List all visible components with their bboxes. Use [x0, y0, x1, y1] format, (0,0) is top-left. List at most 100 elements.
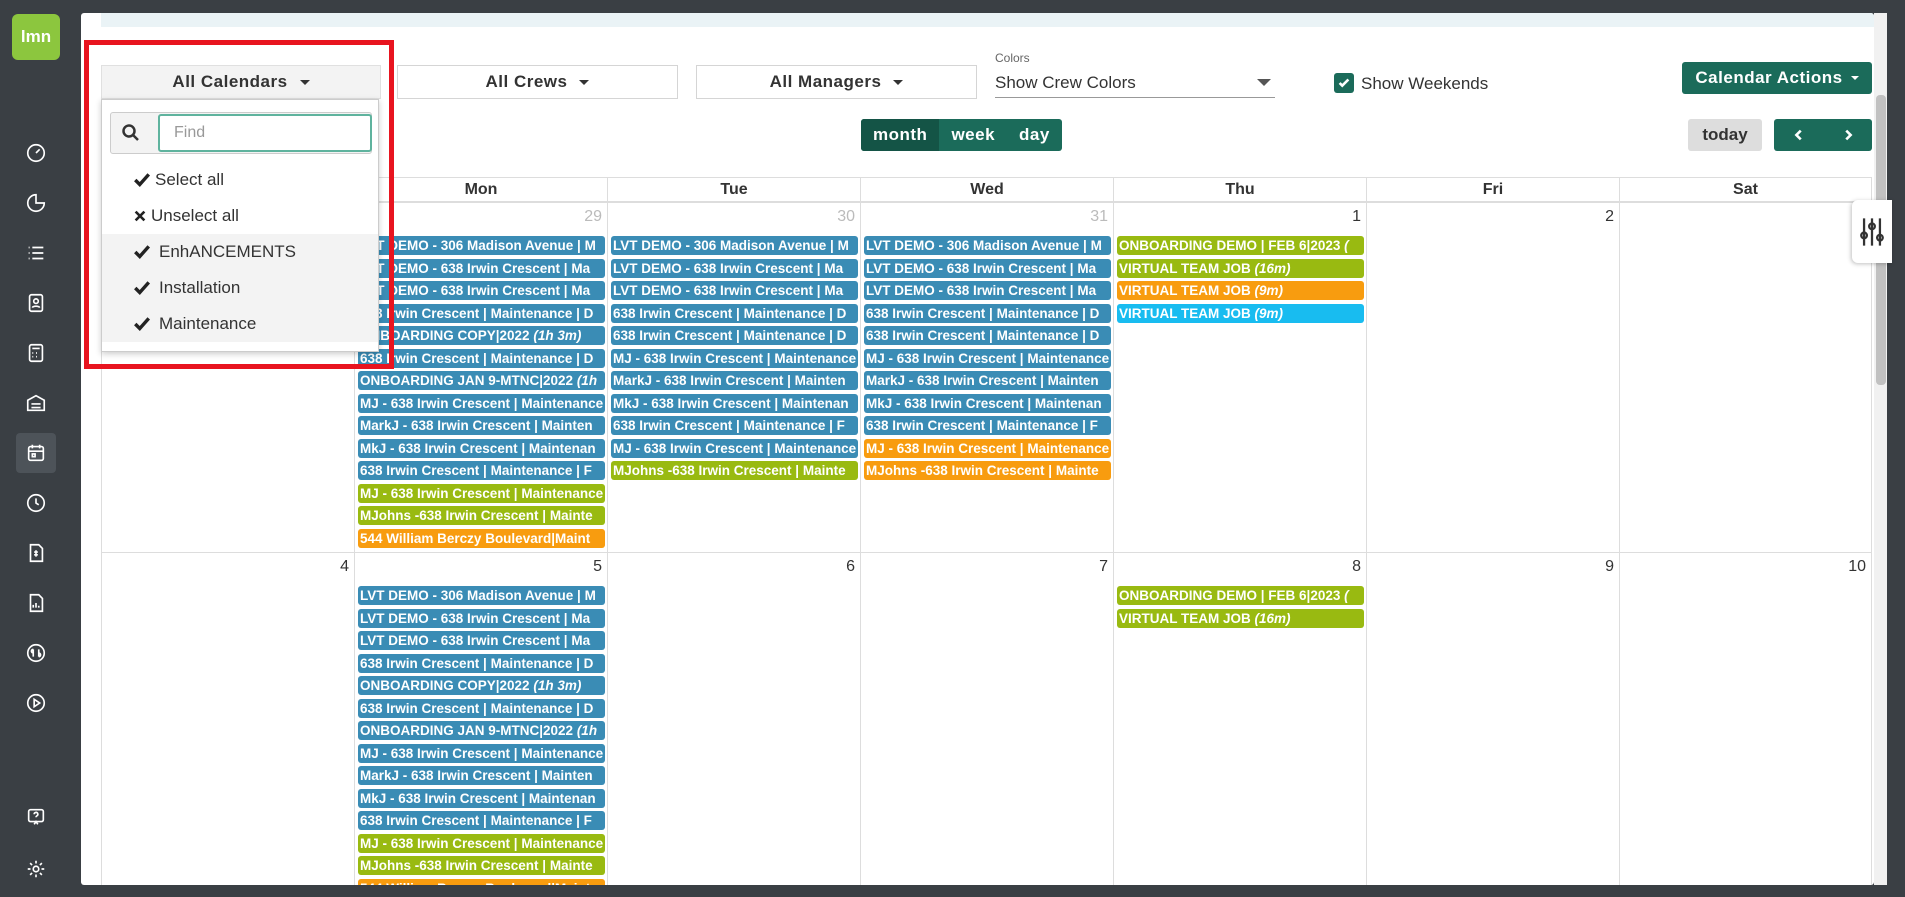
- calendar-event[interactable]: MJohns -638 Irwin Crescent | Mainte: [358, 506, 605, 525]
- calendar-event[interactable]: VIRTUAL TEAM JOB (9m): [1117, 303, 1364, 323]
- calendar-event[interactable]: 638 Irwin Crescent | Maintenance | D: [864, 326, 1111, 345]
- day-cell[interactable]: 1 ONBOARDING DEMO | FEB 6|2023 ( VIRTUAL T…: [1113, 202, 1366, 552]
- calendar-event[interactable]: MarkJ - 638 Irwin Crescent | Mainten: [611, 371, 858, 390]
- calendar-actions-button[interactable]: Calendar Actions: [1682, 62, 1872, 94]
- quickbooks-icon[interactable]: [16, 633, 56, 673]
- calendar-event[interactable]: VIRTUAL TEAM JOB (16m): [1117, 608, 1364, 628]
- calendar-event[interactable]: 638 Irwin Crescent | Maintenance | D: [358, 303, 605, 323]
- day-number[interactable]: 4: [340, 558, 349, 576]
- calendar-event[interactable]: LVT DEMO - 638 Irwin Crescent | Ma: [864, 281, 1111, 300]
- day-cell[interactable]: 30 LVT DEMO - 306 Madison Avenue | M LVT D…: [607, 202, 860, 552]
- day-number[interactable]: 7: [1099, 558, 1108, 576]
- calendar-event[interactable]: VIRTUAL TEAM JOB (16m): [1117, 258, 1364, 278]
- contacts-icon[interactable]: [16, 283, 56, 323]
- calendar-event[interactable]: MJohns -638 Irwin Crescent | Mainte: [611, 461, 858, 480]
- calendar-event[interactable]: 638 Irwin Crescent | Maintenance | F: [358, 811, 605, 830]
- calendar-event[interactable]: MJ - 638 Irwin Crescent | Maintenance: [358, 833, 605, 853]
- calendar-event[interactable]: 638 Irwin Crescent | Maintenance | F: [611, 416, 858, 435]
- calendar-event[interactable]: LVT DEMO - 638 Irwin Crescent | Ma: [864, 258, 1111, 278]
- day-cell[interactable]: 2: [1366, 202, 1619, 552]
- calendar-event[interactable]: ONBOARDING COPY|2022 (1h 3m): [358, 326, 605, 345]
- calendar-event[interactable]: LVT DEMO - 638 Irwin Crescent | Ma: [358, 281, 605, 300]
- calendar-event[interactable]: 638 Irwin Crescent | Maintenance | D: [358, 653, 605, 673]
- day-cell[interactable]: 4: [101, 552, 354, 885]
- calendar-event[interactable]: MJ - 638 Irwin Crescent | Maintenance: [358, 743, 605, 763]
- calendar-event[interactable]: MarkJ - 638 Irwin Crescent | Mainten: [864, 371, 1111, 390]
- calendar-event[interactable]: MJ - 638 Irwin Crescent | Maintenance: [611, 348, 858, 368]
- filter-panel-tab[interactable]: [1852, 200, 1892, 263]
- today-button[interactable]: today: [1688, 119, 1762, 151]
- day-number[interactable]: 5: [593, 558, 602, 576]
- clock-icon[interactable]: [16, 483, 56, 523]
- calendar-event[interactable]: ONBOARDING COPY|2022 (1h 3m): [358, 676, 605, 695]
- pie-chart-icon[interactable]: [16, 183, 56, 223]
- calendar-icon[interactable]: [16, 433, 56, 473]
- prev-button[interactable]: [1774, 119, 1823, 151]
- all-managers-dropdown[interactable]: All Managers: [696, 65, 977, 99]
- calendar-event[interactable]: VIRTUAL TEAM JOB (9m): [1117, 281, 1364, 300]
- reports-icon[interactable]: [16, 583, 56, 623]
- calendar-event[interactable]: 638 Irwin Crescent | Maintenance | D: [611, 326, 858, 345]
- calendar-event[interactable]: MkJ - 638 Irwin Crescent | Maintenan: [358, 438, 605, 458]
- calendar-event[interactable]: MkJ - 638 Irwin Crescent | Maintenan: [611, 393, 858, 413]
- calendar-event[interactable]: LVT DEMO - 638 Irwin Crescent | Ma: [611, 258, 858, 278]
- dashboard-icon[interactable]: [16, 133, 56, 173]
- day-number[interactable]: 6: [846, 558, 855, 576]
- calendar-event[interactable]: ONBOARDING DEMO | FEB 6|2023 (: [1117, 236, 1364, 255]
- calculator-icon[interactable]: [16, 333, 56, 373]
- calendar-event[interactable]: ONBOARDING JAN 9-MTNC|2022 (1h: [358, 721, 605, 740]
- day-number[interactable]: 9: [1605, 558, 1614, 576]
- calendar-event[interactable]: MJohns -638 Irwin Crescent | Mainte: [358, 856, 605, 875]
- day-cell[interactable]: 5 LVT DEMO - 306 Madison Avenue | M LVT DE…: [354, 552, 607, 885]
- day-cell[interactable]: 9: [1366, 552, 1619, 885]
- calendar-event[interactable]: 638 Irwin Crescent | Maintenance | F: [358, 461, 605, 480]
- week-view-button[interactable]: week: [939, 119, 1007, 151]
- day-cell[interactable]: 8 ONBOARDING DEMO | FEB 6|2023 ( VIRTUAL T…: [1113, 552, 1366, 885]
- calendar-event[interactable]: MkJ - 638 Irwin Crescent | Maintenan: [864, 393, 1111, 413]
- calendar-event[interactable]: LVT DEMO - 638 Irwin Crescent | Ma: [358, 258, 605, 278]
- invoice-icon[interactable]: [16, 533, 56, 573]
- day-number[interactable]: 1: [1352, 208, 1361, 226]
- day-number[interactable]: 10: [1848, 558, 1866, 576]
- calendar-event[interactable]: MkJ - 638 Irwin Crescent | Maintenan: [358, 788, 605, 808]
- show-weekends-label[interactable]: Show Weekends: [1361, 74, 1488, 94]
- calendar-event[interactable]: MJ - 638 Irwin Crescent | Maintenance: [611, 438, 858, 458]
- day-number[interactable]: 2: [1605, 208, 1614, 226]
- calendar-event[interactable]: LVT DEMO - 306 Madison Avenue | M: [864, 236, 1111, 255]
- day-number[interactable]: 30: [837, 208, 855, 226]
- calendar-event[interactable]: MJ - 638 Irwin Crescent | Maintenance: [358, 483, 605, 503]
- colors-select[interactable]: Show Crew Colors: [995, 68, 1275, 98]
- day-cell[interactable]: 31 LVT DEMO - 306 Madison Avenue | M LVT D…: [860, 202, 1113, 552]
- calendar-event[interactable]: LVT DEMO - 638 Irwin Crescent | Ma: [611, 281, 858, 300]
- calendar-event[interactable]: LVT DEMO - 306 Madison Avenue | M: [611, 236, 858, 255]
- help-icon[interactable]: [16, 797, 56, 837]
- calendar-event[interactable]: 544 William Berczy Boulevard|Maint: [358, 528, 605, 548]
- calendar-event[interactable]: 638 Irwin Crescent | Maintenance | D: [358, 348, 605, 368]
- show-weekends-checkbox[interactable]: [1334, 73, 1354, 93]
- day-view-button[interactable]: day: [1007, 119, 1062, 151]
- calendar-event[interactable]: MJ - 638 Irwin Crescent | Maintenance: [864, 438, 1111, 458]
- calendar-event[interactable]: LVT DEMO - 306 Madison Avenue | M: [358, 236, 605, 255]
- calendar-event[interactable]: LVT DEMO - 306 Madison Avenue | M: [358, 586, 605, 605]
- next-button[interactable]: [1823, 119, 1872, 151]
- settings-icon[interactable]: [16, 849, 56, 889]
- lmn-logo[interactable]: lmn: [12, 14, 60, 60]
- calendar-event[interactable]: MJohns -638 Irwin Crescent | Mainte: [864, 461, 1111, 480]
- play-icon[interactable]: [16, 683, 56, 723]
- calendar-event[interactable]: ONBOARDING JAN 9-MTNC|2022 (1h: [358, 371, 605, 390]
- day-number[interactable]: 8: [1352, 558, 1361, 576]
- calendar-event[interactable]: MJ - 638 Irwin Crescent | Maintenance: [864, 348, 1111, 368]
- calendar-event[interactable]: 544 William Berczy Boulevard|Maint: [358, 878, 605, 885]
- warehouse-icon[interactable]: [16, 383, 56, 423]
- all-crews-dropdown[interactable]: All Crews: [397, 65, 678, 99]
- calendar-event[interactable]: LVT DEMO - 638 Irwin Crescent | Ma: [358, 608, 605, 628]
- list-icon[interactable]: [16, 233, 56, 273]
- calendar-event[interactable]: MJ - 638 Irwin Crescent | Maintenance: [358, 393, 605, 413]
- calendar-event[interactable]: MarkJ - 638 Irwin Crescent | Mainten: [358, 416, 605, 435]
- day-cell[interactable]: [1619, 202, 1872, 552]
- calendar-event[interactable]: 638 Irwin Crescent | Maintenance | D: [611, 303, 858, 323]
- day-number[interactable]: 29: [584, 208, 602, 226]
- calendar-event[interactable]: 638 Irwin Crescent | Maintenance | D: [864, 303, 1111, 323]
- calendar-event[interactable]: ONBOARDING DEMO | FEB 6|2023 (: [1117, 586, 1364, 605]
- day-number[interactable]: 31: [1090, 208, 1108, 226]
